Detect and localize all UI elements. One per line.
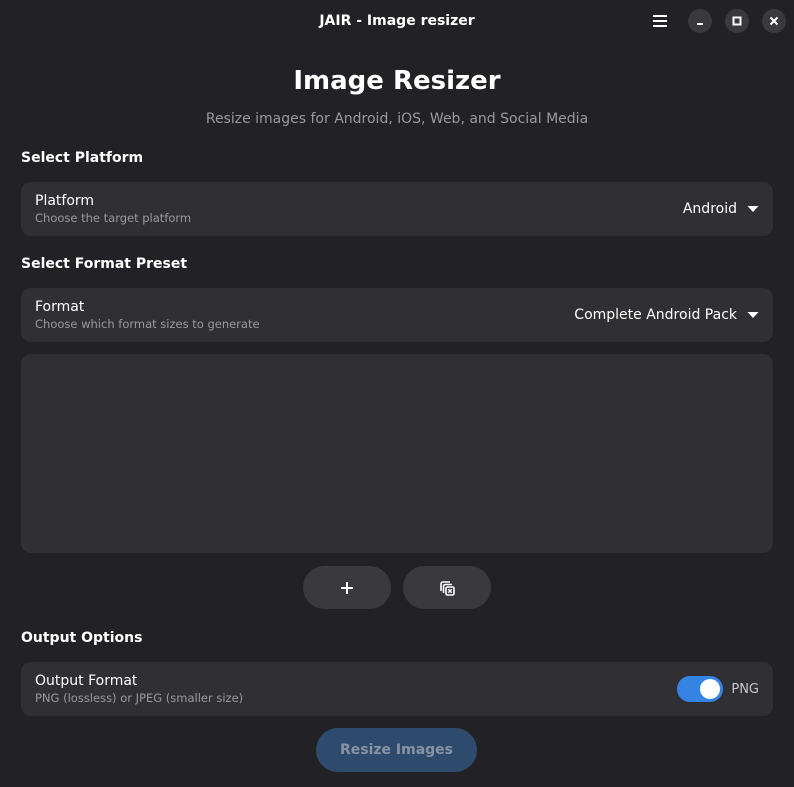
output-options-heading: Output Options — [21, 630, 143, 646]
output-format-toggle[interactable] — [677, 676, 724, 702]
platform-row-title: Platform — [35, 193, 95, 209]
dropdown-arrow-icon — [747, 206, 759, 212]
minimize-icon — [697, 23, 703, 25]
clear-images-icon — [440, 580, 455, 596]
hamburger-menu-icon — [653, 15, 667, 27]
window-title: JAIR - Image resizer — [319, 13, 475, 29]
app-window: JAIR - Image resizer Image Resizer Resiz… — [0, 0, 794, 787]
maximize-button[interactable] — [725, 9, 749, 33]
platform-selected-value: Android — [682, 201, 737, 217]
format-row-text: Format Choose which format sizes to gene… — [35, 299, 260, 331]
image-list-area[interactable] — [21, 354, 773, 553]
toggle-knob — [700, 679, 721, 699]
platform-row[interactable]: Platform Choose the target platform Andr… — [21, 182, 773, 236]
output-format-row-text: Output Format PNG (lossless) or JPEG (sm… — [35, 673, 243, 705]
close-icon — [769, 16, 779, 26]
plus-icon — [341, 581, 353, 594]
format-row-title: Format — [35, 299, 85, 315]
output-format-toggle-label: PNG — [731, 681, 759, 697]
clear-images-button[interactable] — [403, 566, 491, 609]
header-bar: JAIR - Image resizer — [0, 0, 794, 42]
platform-row-subtitle: Choose the target platform — [35, 211, 192, 225]
platform-row-text: Platform Choose the target platform — [35, 193, 191, 225]
minimize-button[interactable] — [688, 9, 712, 33]
page-title: Image Resizer — [293, 66, 501, 96]
select-platform-heading: Select Platform — [21, 150, 144, 166]
dropdown-arrow-icon — [747, 312, 759, 318]
page-subtitle: Resize images for Android, iOS, Web, and… — [205, 111, 589, 127]
add-images-button[interactable] — [303, 566, 391, 609]
select-format-heading: Select Format Preset — [21, 256, 188, 272]
format-row-subtitle: Choose which format sizes to generate — [35, 317, 260, 331]
output-format-row: Output Format PNG (lossless) or JPEG (sm… — [21, 662, 773, 716]
main-menu-button[interactable] — [648, 9, 672, 33]
maximize-icon — [732, 16, 742, 26]
resize-images-button[interactable]: Resize Images — [316, 728, 477, 772]
close-button[interactable] — [762, 9, 786, 33]
output-format-toggle-group: PNG — [677, 676, 759, 702]
output-format-row-title: Output Format — [35, 673, 138, 689]
platform-dropdown[interactable]: Android — [683, 201, 759, 217]
format-row[interactable]: Format Choose which format sizes to gene… — [21, 288, 773, 342]
output-format-row-subtitle: PNG (lossless) or JPEG (smaller size) — [35, 691, 244, 705]
format-dropdown[interactable]: Complete Android Pack — [574, 307, 759, 323]
format-selected-value: Complete Android Pack — [574, 307, 737, 323]
